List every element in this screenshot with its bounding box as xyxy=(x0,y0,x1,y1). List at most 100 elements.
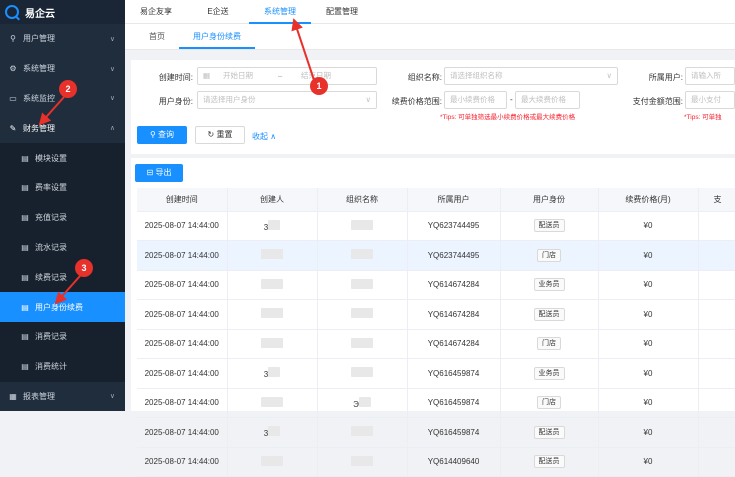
org-name-select[interactable]: 请选择组织名称 ∨ xyxy=(444,67,618,85)
search-icon: ⚲ xyxy=(149,130,159,139)
annotation-badge-1: 1 xyxy=(310,77,328,95)
reset-button[interactable]: ↻ 重置 xyxy=(195,126,245,144)
tab-identity-renewal[interactable]: 用户身份续费 xyxy=(179,27,255,49)
created-time-label: 创建时间: xyxy=(158,73,193,82)
redacted-block xyxy=(268,367,281,378)
sidebar-item-module-settings[interactable]: ▤ 模块设置 xyxy=(0,143,125,173)
owner-user-label: 所属用户: xyxy=(648,73,683,82)
redacted-block xyxy=(351,278,373,289)
top-nav: 易企友享 E企送 系统管理 配置管理 xyxy=(125,0,735,24)
redacted-block xyxy=(268,219,281,230)
search-button[interactable]: ⚲ 查询 xyxy=(137,126,187,144)
role-tag: 门店 xyxy=(537,396,561,410)
chevron-down-icon: ∨ xyxy=(109,35,115,43)
redacted-block xyxy=(351,337,373,348)
start-date-input[interactable]: 开始日期 xyxy=(223,68,253,84)
redacted-block xyxy=(261,278,283,289)
role-tag: 门店 xyxy=(537,337,561,351)
chevron-up-icon: ∧ xyxy=(109,125,115,133)
chevron-down-icon: ∨ xyxy=(109,65,115,73)
price-range-separator: - xyxy=(510,95,513,104)
sidebar: 易企云 ⚲ 用户管理 ∨ ⚙ 系统管理 ∨ ▭ 系统监控 ∨ ✎ 财务管理 ∧ ▤ 模块设置 ▤ 费… xyxy=(0,0,125,411)
col-creator[interactable]: 创建人 xyxy=(227,188,318,212)
doc-icon: ▤ xyxy=(21,362,29,372)
chevron-up-icon: ∧ xyxy=(268,132,277,141)
sidebar-item-consumption-records[interactable]: ▤ 消费记录 xyxy=(0,321,125,352)
sidebar-item-user-management[interactable]: ⚲ 用户管理 ∨ xyxy=(0,24,125,54)
redacted-block xyxy=(268,426,281,437)
doc-icon: ▤ xyxy=(21,213,29,223)
min-pay-amount-input[interactable]: 最小支付 xyxy=(685,91,735,109)
pay-amount-range-label: 支付金额范围: xyxy=(632,97,683,106)
sidebar-item-consumption-stats[interactable]: ▤ 消费统计 xyxy=(0,351,125,382)
table-row[interactable]: 2025-08-07 14:44:00 YQ614674284 配送员 ¥0 xyxy=(137,299,735,330)
redacted-block xyxy=(351,308,373,319)
role-tag: 配送员 xyxy=(533,425,565,439)
annotation-badge-2: 2 xyxy=(59,80,77,98)
col-user-identity[interactable]: 用户身份 xyxy=(500,188,599,212)
user-identity-select[interactable]: 请选择用户身份 ∨ xyxy=(197,91,377,109)
col-renewal-price[interactable]: 续费价格(月) xyxy=(598,188,699,212)
gear-icon: ⚙ xyxy=(9,64,17,74)
org-name-label: 组织名称: xyxy=(407,73,442,82)
redacted-block xyxy=(351,455,373,466)
role-tag: 业务员 xyxy=(533,278,565,292)
price-range-tips: *Tips: 可单独筛选最小续费价格或最大续费价格 xyxy=(440,114,576,121)
col-created-time[interactable]: 创建时间 xyxy=(137,188,228,212)
sidebar-item-identity-renewal[interactable]: ▤ 用户身份续费 xyxy=(0,292,125,322)
table-row[interactable]: 2025-08-07 14:44:00 YQ614674284 门店 ¥0 xyxy=(137,329,735,359)
topnav-config-management[interactable]: 配置管理 xyxy=(311,0,373,24)
col-pay[interactable]: 支 xyxy=(698,188,735,212)
redacted-block xyxy=(261,337,283,348)
owner-user-input[interactable]: 请输入所 xyxy=(685,67,735,85)
table-row[interactable]: 2025-08-07 14:44:00 3 YQ616459874 业务员 ¥0 xyxy=(137,358,735,389)
table-row[interactable]: 2025-08-07 14:44:00 YQ614674284 业务员 ¥0 xyxy=(137,270,735,300)
sidebar-item-system-management[interactable]: ⚙ 系统管理 ∨ xyxy=(0,54,125,84)
sidebar-item-renewal-records[interactable]: ▤ 续费记录 xyxy=(0,262,125,293)
col-org-name[interactable]: 组织名称 xyxy=(317,188,408,212)
chevron-down-icon: ∨ xyxy=(365,95,372,104)
table-row[interactable]: 2025-08-07 14:44:00 YQ614409640 配送员 ¥0 xyxy=(137,447,735,477)
min-renewal-price-input[interactable]: 最小续费价格 xyxy=(444,91,507,109)
doc-icon: ▤ xyxy=(21,302,29,312)
annotation-badge-3: 3 xyxy=(75,259,93,277)
app-title: 易企云 xyxy=(25,8,55,20)
topnav-e-delivery[interactable]: E企送 xyxy=(187,0,249,24)
doc-icon: ▤ xyxy=(21,153,29,163)
sidebar-item-flow-records[interactable]: ▤ 流水记录 xyxy=(0,232,125,263)
doc-icon: ▤ xyxy=(21,183,29,193)
export-button[interactable]: ⊟ 导出 xyxy=(135,164,183,182)
tab-home[interactable]: 首页 xyxy=(135,27,179,49)
filter-panel: 创建时间: ▦ 开始日期 – 结束日期 组织名称: 请选择组织名称 ∨ 所属用户… xyxy=(131,60,735,154)
sidebar-item-reports[interactable]: ▦ 报表管理 ∨ xyxy=(0,382,125,412)
col-owner-user[interactable]: 所属用户 xyxy=(407,188,501,212)
pay-amount-tips: *Tips: 可单独 xyxy=(684,114,722,121)
collapse-link[interactable]: 收起 ∧ xyxy=(252,131,276,142)
topnav-yiqi-share[interactable]: 易企友享 xyxy=(125,0,187,24)
table-row[interactable]: 2025-08-07 14:44:00 Э YQ616459874 门店 ¥0 xyxy=(137,388,735,418)
renewal-table: 创建时间 创建人 组织名称 所属用户 用户身份 续费价格(月) 支 2025-0… xyxy=(137,188,735,477)
logo-icon xyxy=(5,5,19,19)
redacted-block xyxy=(261,249,283,260)
table-row[interactable]: 2025-08-07 14:44:00 3 YQ623744495 配送员 ¥0 xyxy=(137,211,735,241)
sidebar-item-rate-settings[interactable]: ▤ 费率设置 xyxy=(0,172,125,203)
user-identity-label: 用户身份: xyxy=(158,97,193,106)
monitor-icon: ▭ xyxy=(9,93,17,103)
redacted-block xyxy=(351,426,373,437)
sidebar-item-recharge-records[interactable]: ▤ 充值记录 xyxy=(0,202,125,233)
date-range-picker[interactable]: ▦ 开始日期 – 结束日期 xyxy=(197,67,377,85)
max-renewal-price-input[interactable]: 最大续费价格 xyxy=(515,91,580,109)
table-row[interactable]: 2025-08-07 14:44:00 3 YQ616459874 配送员 ¥0 xyxy=(137,417,735,448)
redacted-block xyxy=(261,396,283,407)
chevron-down-icon: ∨ xyxy=(606,71,613,80)
sidebar-item-finance[interactable]: ✎ 财务管理 ∧ xyxy=(0,113,125,143)
chevron-down-icon: ∨ xyxy=(109,393,115,401)
topnav-system-management[interactable]: 系统管理 xyxy=(249,0,311,24)
role-tag: 门店 xyxy=(537,248,561,262)
redacted-block xyxy=(351,249,373,260)
user-icon: ⚲ xyxy=(10,34,16,44)
renewal-price-range-label: 续费价格范围: xyxy=(391,97,442,106)
redacted-block xyxy=(261,455,283,466)
role-tag: 业务员 xyxy=(533,366,565,380)
table-row[interactable]: 2025-08-07 14:44:00 YQ623744495 门店 ¥0 xyxy=(137,240,735,271)
